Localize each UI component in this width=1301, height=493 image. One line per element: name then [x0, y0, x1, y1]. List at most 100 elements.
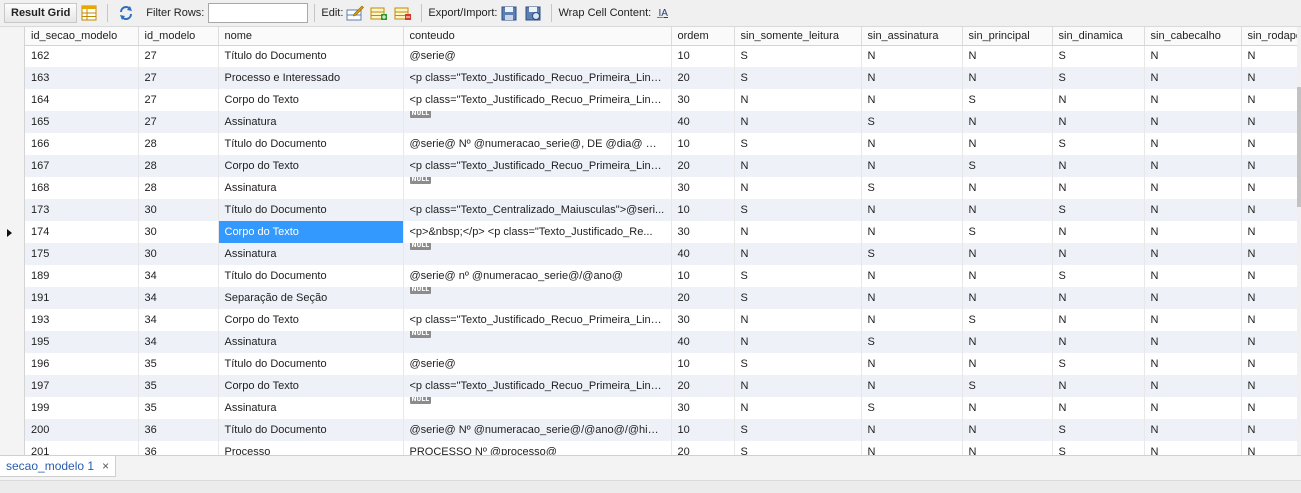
cell-sin-dinamica[interactable]: N [1052, 177, 1145, 199]
cell-sin-somente-leitura[interactable]: S [734, 419, 862, 441]
cell-sin-principal[interactable]: N [962, 45, 1053, 67]
cell-conteudo[interactable]: <p class="Texto_Justificado_Recuo_Primei… [403, 309, 672, 331]
cell-sin-dinamica[interactable]: S [1052, 441, 1145, 455]
export-icon[interactable] [499, 3, 519, 23]
cell-id-modelo[interactable]: 28 [138, 155, 219, 177]
cell-sin-dinamica[interactable]: S [1052, 133, 1145, 155]
cell-sin-principal[interactable]: N [962, 265, 1053, 287]
cell-sin-cabecalho[interactable]: N [1144, 67, 1242, 89]
cell-ordem[interactable]: 40 [671, 331, 735, 353]
cell-sin-cabecalho[interactable]: N [1144, 243, 1242, 265]
row-header[interactable] [0, 90, 25, 112]
cell-ordem[interactable]: 30 [671, 397, 735, 419]
cell-sin-assinatura[interactable]: N [861, 89, 963, 111]
cell-conteudo[interactable]: NULL [403, 287, 672, 309]
cell-sin-dinamica[interactable]: N [1052, 287, 1145, 309]
refresh-icon[interactable] [116, 3, 136, 23]
cell-sin-rodape[interactable]: N [1241, 45, 1301, 67]
row-header[interactable] [0, 332, 25, 354]
table-row[interactable]: 199 35 Assinatura NULL 30 N S N N N N [25, 397, 1301, 419]
cell-nome[interactable]: Separação de Seção [218, 287, 404, 309]
cell-id-modelo[interactable]: 28 [138, 177, 219, 199]
cell-id-secao-modelo[interactable]: 162 [25, 45, 139, 67]
cell-ordem[interactable]: 40 [671, 111, 735, 133]
cell-sin-cabecalho[interactable]: N [1144, 287, 1242, 309]
table-row[interactable]: 173 30 Título do Documento <p class="Texto_… [25, 199, 1301, 221]
cell-id-secao-modelo[interactable]: 168 [25, 177, 139, 199]
cell-sin-assinatura[interactable]: N [861, 67, 963, 89]
cell-sin-somente-leitura[interactable]: S [734, 265, 862, 287]
cell-id-modelo[interactable]: 35 [138, 397, 219, 419]
cell-sin-assinatura[interactable]: N [861, 441, 963, 455]
cell-sin-somente-leitura[interactable]: N [734, 221, 862, 243]
cell-ordem[interactable]: 10 [671, 45, 735, 67]
cell-ordem[interactable]: 10 [671, 353, 735, 375]
table-row[interactable]: 174 30 Corpo do Texto <p>&nbsp;</p> <p clas… [25, 221, 1301, 243]
cell-nome[interactable]: Corpo do Texto [218, 89, 404, 111]
cell-sin-dinamica[interactable]: N [1052, 243, 1145, 265]
cell-sin-rodape[interactable]: N [1241, 419, 1301, 441]
cell-sin-principal[interactable]: S [962, 155, 1053, 177]
table-row[interactable]: 168 28 Assinatura NULL 30 N S N N N N [25, 177, 1301, 199]
tab-secao-modelo-1[interactable]: secao_modelo 1 × [0, 456, 117, 477]
row-header[interactable] [0, 310, 25, 332]
cell-id-secao-modelo[interactable]: 163 [25, 67, 139, 89]
cell-sin-somente-leitura[interactable]: N [734, 397, 862, 419]
cell-sin-cabecalho[interactable]: N [1144, 419, 1242, 441]
cell-sin-assinatura[interactable]: N [861, 419, 963, 441]
cell-sin-assinatura[interactable]: S [861, 177, 963, 199]
cell-sin-dinamica[interactable]: N [1052, 221, 1145, 243]
cell-sin-rodape[interactable]: N [1241, 287, 1301, 309]
row-header[interactable] [0, 68, 25, 90]
cell-nome[interactable]: Corpo do Texto [218, 375, 404, 397]
cell-id-secao-modelo[interactable]: 175 [25, 243, 139, 265]
cell-conteudo[interactable]: @serie@ [403, 45, 672, 67]
cell-id-modelo[interactable]: 27 [138, 111, 219, 133]
cell-conteudo[interactable]: NULL [403, 331, 672, 353]
cell-sin-dinamica[interactable]: S [1052, 353, 1145, 375]
column-header-sin-dinamica[interactable]: sin_dinamica [1052, 27, 1145, 46]
scrollbar-thumb[interactable] [1297, 87, 1301, 207]
cell-sin-dinamica[interactable]: S [1052, 199, 1145, 221]
row-header[interactable] [0, 46, 25, 68]
cell-nome[interactable]: Assinatura [218, 331, 404, 353]
cell-sin-cabecalho[interactable]: N [1144, 265, 1242, 287]
cell-sin-principal[interactable]: N [962, 177, 1053, 199]
cell-sin-rodape[interactable]: N [1241, 265, 1301, 287]
cell-id-secao-modelo[interactable]: 191 [25, 287, 139, 309]
table-row[interactable]: 163 27 Processo e Interessado <p class="Tex… [25, 67, 1301, 89]
cell-conteudo[interactable]: <p class="Texto_Justificado_Recuo_Primei… [403, 67, 672, 89]
cell-sin-cabecalho[interactable]: N [1144, 309, 1242, 331]
cell-conteudo[interactable]: <p>&nbsp;</p> <p class="Texto_Justificad… [403, 221, 672, 243]
cell-sin-assinatura[interactable]: N [861, 155, 963, 177]
cell-id-modelo[interactable]: 30 [138, 199, 219, 221]
cell-sin-cabecalho[interactable]: N [1144, 397, 1242, 419]
cell-sin-somente-leitura[interactable]: N [734, 111, 862, 133]
cell-sin-principal[interactable]: N [962, 419, 1053, 441]
cell-sin-dinamica[interactable]: N [1052, 111, 1145, 133]
cell-sin-assinatura[interactable]: S [861, 397, 963, 419]
cell-sin-dinamica[interactable]: N [1052, 155, 1145, 177]
cell-nome[interactable]: Assinatura [218, 177, 404, 199]
cell-sin-rodape[interactable]: N [1241, 441, 1301, 455]
column-header-sin-principal[interactable]: sin_principal [962, 27, 1053, 46]
cell-nome[interactable]: Corpo do Texto [218, 221, 404, 243]
table-row[interactable]: 195 34 Assinatura NULL 40 N S N N N N [25, 331, 1301, 353]
cell-sin-principal[interactable]: S [962, 221, 1053, 243]
cell-sin-somente-leitura[interactable]: N [734, 243, 862, 265]
cell-sin-principal[interactable]: N [962, 397, 1053, 419]
cell-id-secao-modelo[interactable]: 199 [25, 397, 139, 419]
cell-sin-somente-leitura[interactable]: N [734, 177, 862, 199]
cell-sin-cabecalho[interactable]: N [1144, 155, 1242, 177]
cell-ordem[interactable]: 20 [671, 287, 735, 309]
row-header[interactable] [0, 288, 25, 310]
cell-ordem[interactable]: 30 [671, 177, 735, 199]
cell-sin-dinamica[interactable]: N [1052, 309, 1145, 331]
cell-sin-rodape[interactable]: N [1241, 243, 1301, 265]
table-row[interactable]: 164 27 Corpo do Texto <p class="Texto_Justi… [25, 89, 1301, 111]
row-header[interactable] [0, 156, 25, 178]
table-row[interactable]: 197 35 Corpo do Texto <p class="Texto_Justi… [25, 375, 1301, 397]
cell-sin-cabecalho[interactable]: N [1144, 221, 1242, 243]
row-header[interactable] [0, 178, 25, 200]
cell-ordem[interactable]: 20 [671, 67, 735, 89]
